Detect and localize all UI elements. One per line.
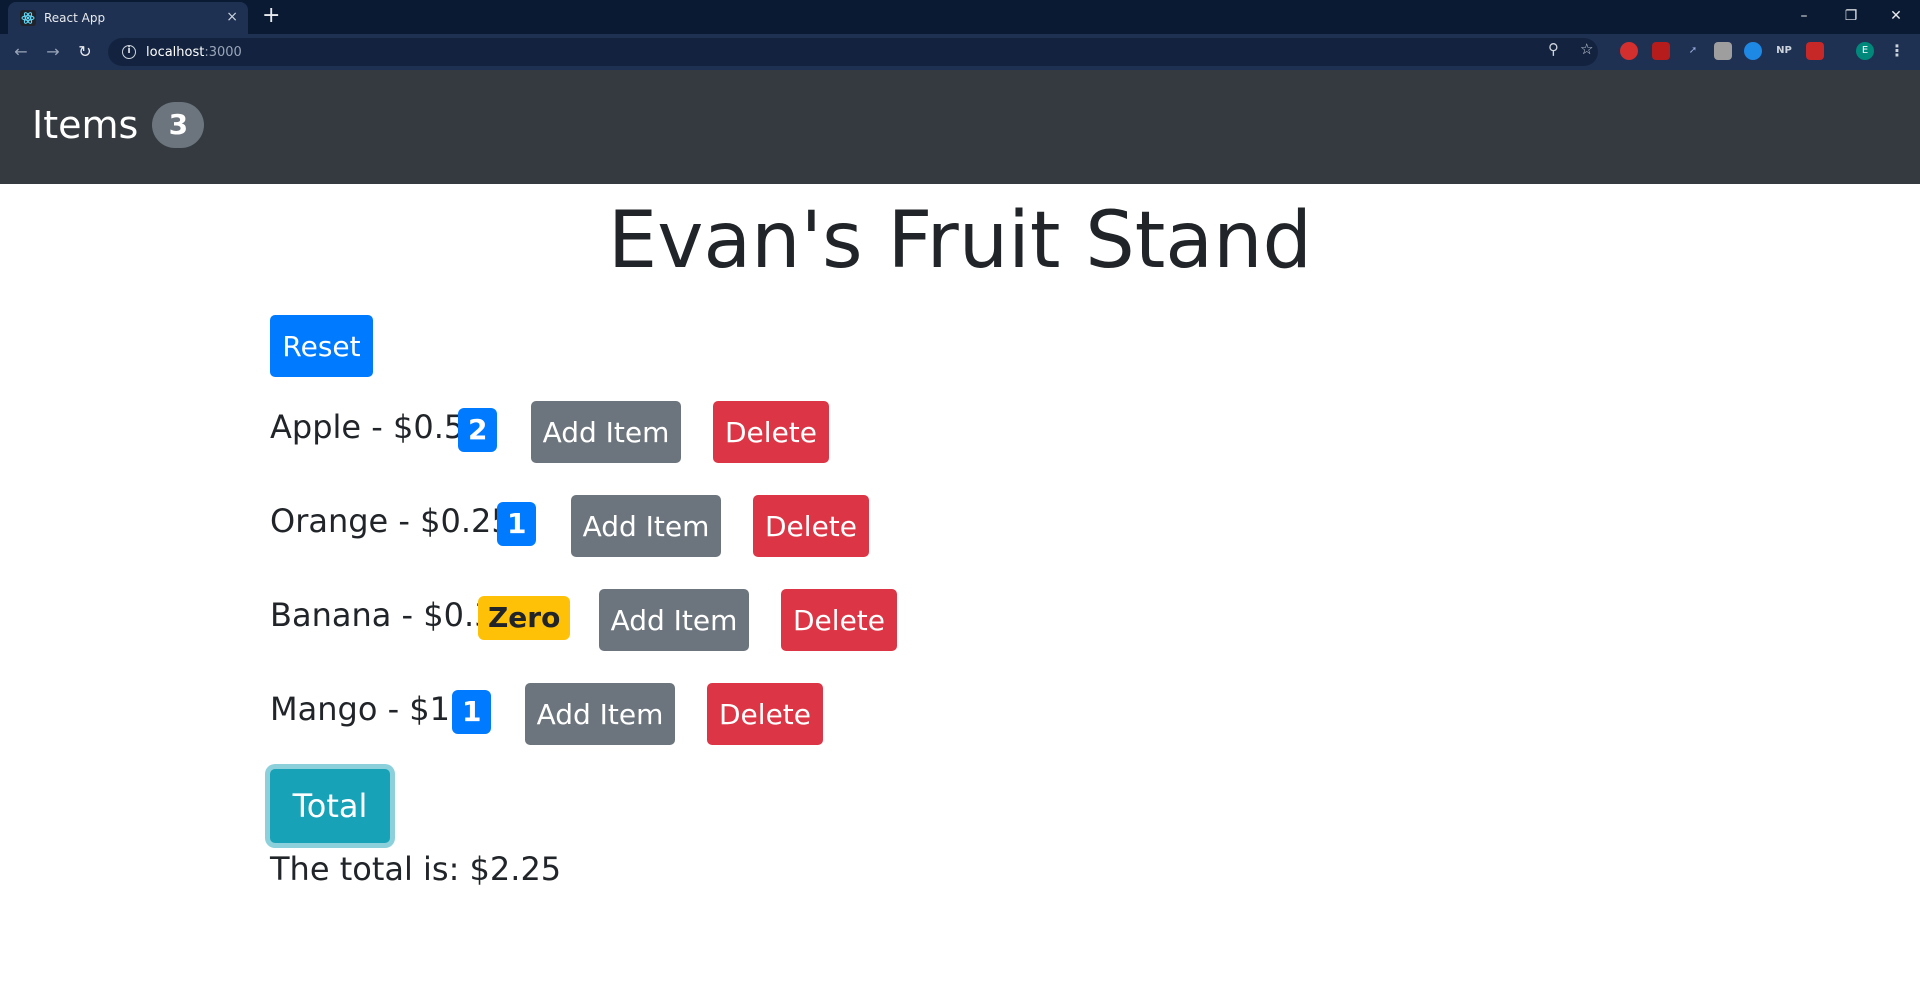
menu-kebab-icon[interactable]: ⋮ [1888,42,1906,60]
total-text: The total is: $2.25 [270,850,562,888]
navbar-brand-label: Items [32,103,139,147]
item-label-banana: Banana - $0.3 [270,596,495,634]
minimize-button[interactable]: – [1784,4,1824,28]
total-button[interactable]: Total [270,769,390,843]
profile-avatar[interactable]: E [1856,42,1874,60]
extension-icon[interactable]: ➚ [1684,42,1702,60]
extension-icon[interactable] [1620,42,1638,60]
delete-button-mango[interactable]: Delete [707,683,823,745]
add-item-button-apple[interactable]: Add Item [531,401,681,463]
new-tab-button[interactable]: + [262,4,280,28]
add-item-button-banana[interactable]: Add Item [599,589,749,651]
app-navbar: Items 3 [0,70,1920,184]
page-title: Evan's Fruit Stand [607,196,1313,286]
back-icon[interactable]: ← [10,41,32,63]
tab-close-icon[interactable]: × [226,9,238,25]
restore-button[interactable]: ❐ [1831,4,1871,28]
react-icon [20,10,36,26]
item-count-badge-banana: Zero [478,596,571,640]
browser-tab[interactable]: React App × [8,2,248,34]
delete-button-orange[interactable]: Delete [753,495,869,557]
zoom-icon[interactable]: ⚲ [1548,40,1559,58]
item-count-badge-apple: 2 [458,408,498,452]
delete-button-apple[interactable]: Delete [713,401,829,463]
tab-title: React App [44,11,106,25]
add-item-button-mango[interactable]: Add Item [525,683,675,745]
item-count-badge: 3 [152,102,205,148]
info-icon[interactable]: i [122,45,136,59]
item-label-apple: Apple - $0.5 [270,408,465,446]
browser-tabstrip: React App × + – ❐ ✕ [0,0,1920,34]
extension-icon[interactable] [1714,42,1732,60]
item-label-mango: Mango - $1 [270,690,450,728]
delete-button-banana[interactable]: Delete [781,589,897,651]
extension-icon[interactable] [1652,42,1670,60]
close-window-button[interactable]: ✕ [1876,4,1916,28]
address-bar[interactable]: i localhost:3000 [108,38,1598,66]
extension-icon[interactable] [1806,42,1824,60]
extension-icon[interactable] [1744,42,1762,60]
add-item-button-orange[interactable]: Add Item [571,495,721,557]
forward-icon[interactable]: → [42,41,64,63]
item-label-orange: Orange - $0.25 [270,502,512,540]
extension-np-icon[interactable]: NP [1772,42,1796,60]
navbar-brand: Items 3 [32,102,205,148]
url-host: localhost [146,44,205,60]
url-port: :3000 [204,44,242,60]
item-count-badge-mango: 1 [452,690,492,734]
reload-icon[interactable]: ↻ [74,41,96,63]
reset-button[interactable]: Reset [270,315,373,377]
bookmark-star-icon[interactable]: ☆ [1580,40,1593,58]
item-count-badge-orange: 1 [497,502,537,546]
